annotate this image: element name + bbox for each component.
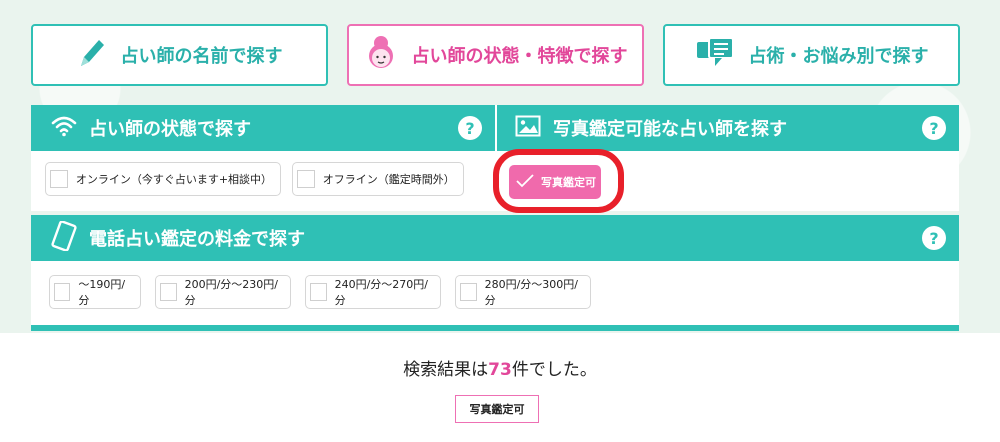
highlight-circle <box>493 149 624 213</box>
offline-option[interactable]: オフライン（鑑定時間外） <box>292 162 464 196</box>
fortune-teller-icon <box>364 34 398 77</box>
price-panel: 電話占い鑑定の料金で探す ? 〜190円/分 200円/分〜230円/分 240… <box>31 215 959 331</box>
tab-label: 占い師の名前で探す <box>120 46 283 67</box>
pencil-icon <box>77 36 107 75</box>
result-count: 73 <box>488 360 512 380</box>
status-photo-panel: 占い師の状態で探す ? 写真鑑定可能な占い師を探す ? オンライン（今すぐ占いま… <box>31 105 959 213</box>
photo-help-icon[interactable]: ? <box>922 116 946 140</box>
price-checkbox[interactable] <box>460 283 477 301</box>
next-section-bar <box>31 325 959 331</box>
online-option[interactable]: オンライン（今すぐ占います+相談中） <box>45 162 281 196</box>
active-filter-tag[interactable]: 写真鑑定可 <box>455 395 539 423</box>
option-label: 280円/分〜300円/分 <box>484 278 579 307</box>
status-help-icon[interactable]: ? <box>458 116 482 140</box>
status-photo-header: 占い師の状態で探す ? 写真鑑定可能な占い師を探す ? <box>31 105 959 151</box>
option-label: 〜190円/分 <box>78 278 126 307</box>
price-checkbox[interactable] <box>160 283 177 301</box>
price-checkbox[interactable] <box>54 283 71 301</box>
price-section-title: 電話占い鑑定の料金で探す <box>89 229 305 250</box>
price-option-200-230[interactable]: 200円/分〜230円/分 <box>155 275 291 309</box>
tab-search-by-status[interactable]: 占い師の状態・特徴で探す <box>347 24 644 86</box>
result-footer: 検索結果は73件でした。 写真鑑定可 <box>0 333 1000 442</box>
option-label: オンライン（今すぐ占います+相談中） <box>75 173 273 186</box>
photo-section-title: 写真鑑定可能な占い師を探す <box>553 119 787 140</box>
price-option-240-270[interactable]: 240円/分〜270円/分 <box>305 275 441 309</box>
price-options: 〜190円/分 200円/分〜230円/分 240円/分〜270円/分 280円… <box>31 261 959 325</box>
wifi-icon <box>51 115 77 142</box>
chat-bubbles-icon <box>695 36 735 75</box>
tab-label: 占い師の状態・特徴で探す <box>411 46 628 67</box>
option-label: オフライン（鑑定時間外） <box>322 173 455 186</box>
status-photo-options: オンライン（今すぐ占います+相談中） オフライン（鑑定時間外） 写真鑑定可 <box>31 149 959 213</box>
price-option-280-300[interactable]: 280円/分〜300円/分 <box>455 275 591 309</box>
tab-search-by-divination[interactable]: 占術・お悩み別で探す <box>663 24 960 86</box>
status-section-title: 占い師の状態で探す <box>89 119 251 140</box>
tab-search-by-name[interactable]: 占い師の名前で探す <box>31 24 328 86</box>
tab-label: 占術・お悩み別で探す <box>748 46 929 67</box>
option-label: 240円/分〜270円/分 <box>334 278 429 307</box>
result-suffix: 件でした。 <box>511 360 597 380</box>
option-label: 200円/分〜230円/分 <box>184 278 279 307</box>
search-tabs: 占い師の名前で探す 占い師の状態・特徴で探す 占術・お悩み別で探す <box>31 24 960 86</box>
price-option-190[interactable]: 〜190円/分 <box>49 275 141 309</box>
price-help-icon[interactable]: ? <box>922 226 946 250</box>
result-text: 検索結果は73件でした。 <box>0 355 1000 380</box>
price-header: 電話占い鑑定の料金で探す ? <box>31 215 959 261</box>
smartphone-icon <box>51 219 77 256</box>
offline-checkbox[interactable] <box>297 170 315 188</box>
result-prefix: 検索結果は <box>403 360 489 380</box>
price-checkbox[interactable] <box>310 283 327 301</box>
online-checkbox[interactable] <box>50 170 68 188</box>
image-icon <box>515 115 541 142</box>
